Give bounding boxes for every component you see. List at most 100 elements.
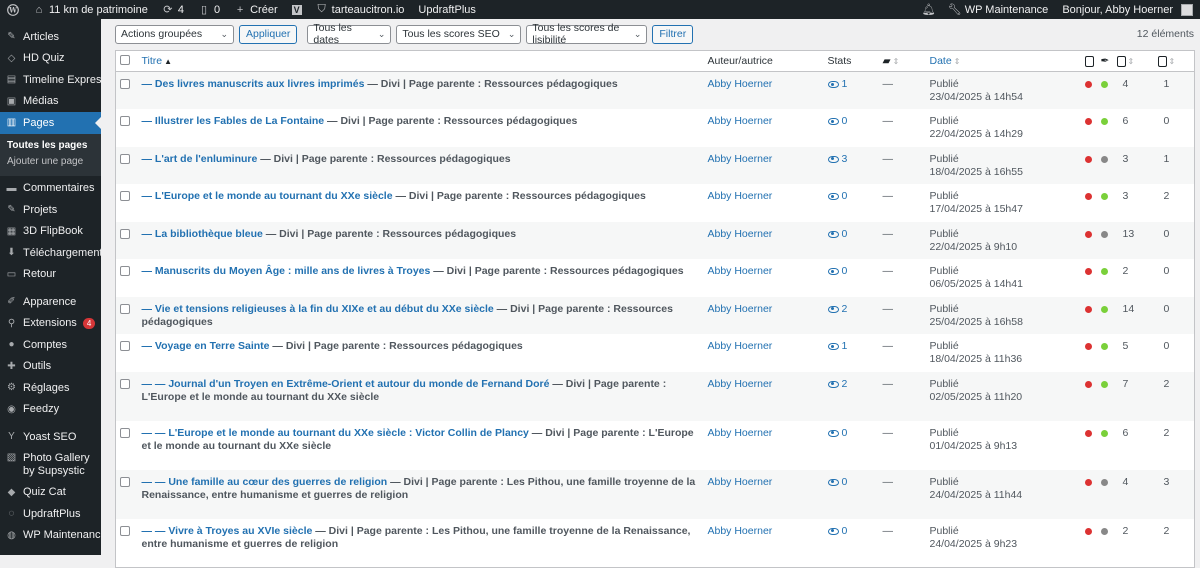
- page-title-link[interactable]: — Illustrer les Fables de La Fontaine: [142, 115, 325, 127]
- wordpress-logo-icon[interactable]: W: [0, 0, 26, 19]
- stats-link[interactable]: 0: [827, 190, 875, 203]
- stats-link[interactable]: 3: [827, 153, 875, 166]
- row-checkbox[interactable]: [120, 191, 130, 201]
- page-title-link[interactable]: — — Journal d'un Troyen en Extrême-Orien…: [142, 378, 550, 390]
- page-title-link[interactable]: — Vie et tensions religieuses à la fin d…: [142, 303, 494, 315]
- account-link[interactable]: Bonjour, Abby Hoerner: [1055, 0, 1200, 19]
- page-title-link[interactable]: — L'Europe et le monde au tournant du XX…: [142, 190, 393, 202]
- author-link[interactable]: Abby Hoerner: [708, 115, 773, 127]
- stats-link[interactable]: 1: [827, 340, 875, 353]
- sidebar-item-timeline-express[interactable]: ▤ Timeline Express: [0, 69, 107, 91]
- new-content-link[interactable]: + Créer: [227, 0, 285, 19]
- author-link[interactable]: Abby Hoerner: [708, 190, 773, 202]
- row-checkbox[interactable]: [120, 153, 130, 164]
- column-outgoing-links[interactable]: ⇕: [1112, 50, 1154, 72]
- sidebar-item-projets[interactable]: ✎ Projets: [0, 199, 101, 221]
- sidebar-item-feedzy[interactable]: ◉ Feedzy: [0, 399, 101, 421]
- author-link[interactable]: Abby Hoerner: [708, 265, 773, 277]
- readability-score-dot: [1100, 81, 1108, 88]
- sidebar-item-3d-flipbook[interactable]: ▦ 3D FlipBook: [0, 221, 101, 243]
- column-seo-score[interactable]: [1080, 50, 1097, 72]
- comments-link[interactable]: ▯ 0: [191, 0, 227, 19]
- bulk-actions-select[interactable]: Actions groupées ⌄: [115, 24, 234, 44]
- page-title-link[interactable]: — — Vivre à Troyes au XVIe siècle: [142, 525, 313, 537]
- sidebar-item-extensions[interactable]: ⚲ Extensions 4: [0, 313, 101, 335]
- author-link[interactable]: Abby Hoerner: [708, 228, 773, 240]
- column-title[interactable]: Titre ▲: [137, 50, 704, 72]
- row-checkbox[interactable]: [120, 79, 130, 89]
- sidebar-item-yoast-seo[interactable]: Y Yoast SEO: [0, 426, 101, 448]
- sidebar-item-retour[interactable]: ▭ Retour: [0, 264, 101, 286]
- stats-link[interactable]: 2: [827, 378, 875, 391]
- updraftplus-link[interactable]: UpdraftPlus: [411, 0, 482, 19]
- page-title-link[interactable]: — Voyage en Terre Sainte: [142, 340, 270, 352]
- row-checkbox[interactable]: [120, 341, 130, 351]
- filter-button[interactable]: Filtrer: [652, 24, 694, 44]
- sidebar-item-comptes[interactable]: ● Comptes: [0, 334, 101, 356]
- sidebar-item-hd-quiz[interactable]: ◇ HD Quiz: [0, 48, 101, 70]
- author-link[interactable]: Abby Hoerner: [708, 427, 773, 439]
- sidebar-item-apparence[interactable]: ✐ Apparence: [0, 291, 101, 313]
- row-checkbox[interactable]: [120, 303, 130, 314]
- updates-link[interactable]: ⟳ 4: [155, 0, 191, 19]
- column-comments[interactable]: ▰ ⇕: [878, 50, 926, 72]
- sort-icon: ⇕: [1127, 57, 1135, 66]
- page-title-link[interactable]: — — L'Europe et le monde au tournant du …: [142, 427, 529, 439]
- page-title-link[interactable]: — La bibliothèque bleue: [142, 228, 263, 240]
- author-link[interactable]: Abby Hoerner: [708, 78, 773, 90]
- page-title-link[interactable]: — Des livres manuscrits aux livres impri…: [142, 78, 365, 90]
- tarteaucitron-link[interactable]: ⛉ tarteaucitron.io: [309, 0, 412, 19]
- page-title-link[interactable]: — L'art de l'enluminure: [142, 153, 258, 165]
- page-title-link[interactable]: — Manuscrits du Moyen Âge : mille ans de…: [142, 265, 431, 277]
- row-checkbox[interactable]: [120, 427, 130, 438]
- stats-link[interactable]: 0: [827, 115, 875, 128]
- author-link[interactable]: Abby Hoerner: [708, 378, 773, 390]
- submenu-add-page[interactable]: Ajouter une page: [0, 154, 101, 170]
- row-checkbox[interactable]: [120, 228, 130, 239]
- row-checkbox[interactable]: [120, 378, 130, 389]
- author-link[interactable]: Abby Hoerner: [708, 340, 773, 352]
- author-link[interactable]: Abby Hoerner: [708, 525, 773, 537]
- author-link[interactable]: Abby Hoerner: [708, 153, 773, 165]
- stats-link[interactable]: 0: [827, 525, 875, 538]
- row-checkbox[interactable]: [120, 476, 130, 487]
- author-link[interactable]: Abby Hoerner: [708, 303, 773, 315]
- stats-link[interactable]: 0: [827, 427, 875, 440]
- sidebar-item-outils[interactable]: ✚ Outils: [0, 356, 101, 378]
- sidebar-item-wp-maintenance[interactable]: ◍ WP Maintenance: [0, 525, 106, 547]
- sidebar-item-updraftplus[interactable]: ◌ UpdraftPlus: [0, 503, 101, 525]
- page-title-link[interactable]: — — Une famille au cœur des guerres de r…: [142, 476, 388, 488]
- row-checkbox[interactable]: [120, 266, 130, 276]
- comments-count: —: [882, 377, 894, 390]
- column-date[interactable]: Date ⇕: [925, 50, 1081, 72]
- sidebar-item-reglages[interactable]: ⚙ Réglages: [0, 377, 101, 399]
- readability-score-select[interactable]: Tous les scores de lisibilité ⌄: [526, 22, 648, 46]
- sidebar-item-photo-gallery[interactable]: ▧ Photo Gallery by Supsystic: [0, 448, 101, 482]
- author-link[interactable]: Abby Hoerner: [708, 476, 773, 488]
- stats-link[interactable]: 1: [827, 78, 875, 91]
- v-plugin-link[interactable]: V: [285, 0, 309, 19]
- row-checkbox[interactable]: [120, 116, 130, 126]
- stats-link[interactable]: 2: [827, 303, 875, 316]
- stats-link[interactable]: 0: [827, 265, 875, 278]
- site-name-link[interactable]: ⌂ 11 km de patrimoine: [26, 0, 155, 19]
- dates-filter-select[interactable]: Tous les dates ⌄: [307, 22, 392, 46]
- select-all-checkbox[interactable]: [120, 55, 130, 65]
- apply-button[interactable]: Appliquer: [239, 24, 298, 44]
- page-state: — Divi | Page parente : Ressources pédag…: [430, 265, 684, 277]
- sidebar-item-medias[interactable]: ▣ Médias: [0, 91, 101, 113]
- sidebar-item-commentaires[interactable]: ▬ Commentaires: [0, 178, 101, 200]
- submenu-all-pages[interactable]: Toutes les pages: [0, 138, 101, 154]
- sidebar-item-quiz-cat[interactable]: ◆ Quiz Cat: [0, 482, 101, 504]
- seo-score-select[interactable]: Tous les scores SEO ⌄: [396, 24, 522, 44]
- column-incoming-links[interactable]: ⇕: [1153, 50, 1195, 72]
- notifications-link[interactable]: 🔔︎: [916, 0, 942, 19]
- sidebar-item-articles[interactable]: ✎ Articles: [0, 26, 101, 48]
- stats-link[interactable]: 0: [827, 228, 875, 241]
- wp-maintenance-link[interactable]: 🔧︎ WP Maintenance: [942, 0, 1056, 19]
- stats-link[interactable]: 0: [827, 476, 875, 489]
- sidebar-item-telechargements[interactable]: ⬇ Téléchargements: [0, 242, 108, 264]
- row-checkbox[interactable]: [120, 525, 130, 536]
- sidebar-item-pages[interactable]: ▥ Pages: [0, 112, 101, 134]
- column-readability-score[interactable]: ✒: [1096, 50, 1113, 72]
